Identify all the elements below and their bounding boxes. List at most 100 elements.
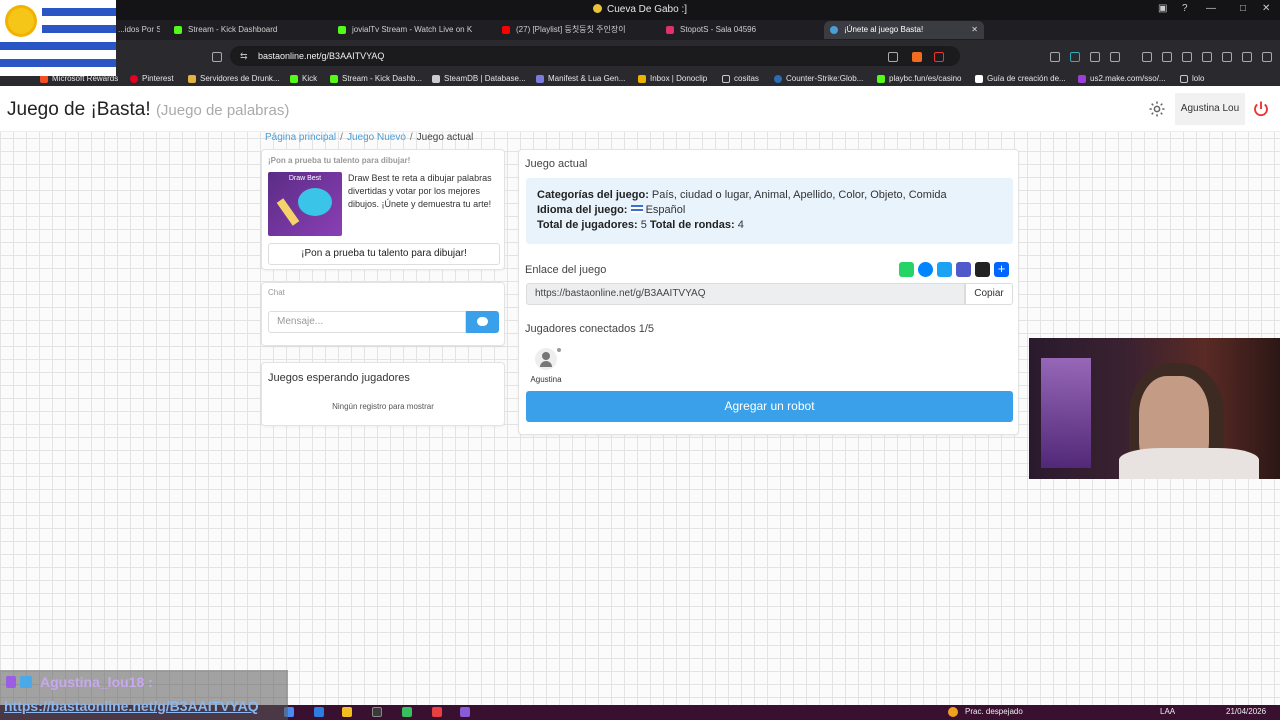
- whatsapp-icon[interactable]: [899, 262, 914, 277]
- donoclip-icon: [638, 75, 646, 83]
- sun-icon: [8, 8, 34, 34]
- breadcrumb-new-game[interactable]: Juego Nuevo: [347, 132, 406, 143]
- messenger-icon[interactable]: [918, 262, 933, 277]
- breadcrumb-home[interactable]: Página principal: [265, 132, 336, 143]
- snapchat-icon[interactable]: [975, 262, 990, 277]
- tab-3[interactable]: (27) [Playlist] 둥칫둥칫 주인장이: [496, 21, 656, 39]
- downloads-icon[interactable]: [1142, 52, 1152, 62]
- close-window-button[interactable]: ✕: [1262, 3, 1270, 14]
- window-title: Cueva De Gabo :]: [0, 4, 1280, 15]
- brave-shield-icon[interactable]: [912, 52, 922, 62]
- copy-button[interactable]: Copiar: [965, 283, 1013, 305]
- app-icon[interactable]: [402, 707, 412, 717]
- bookmark-icon[interactable]: [212, 52, 222, 62]
- bookmark-item[interactable]: Inbox | Donoclip: [638, 72, 707, 86]
- bookmark-item[interactable]: Kick: [290, 72, 317, 86]
- add-share-icon[interactable]: +: [994, 262, 1009, 277]
- app-icon: [592, 4, 602, 13]
- tab-2[interactable]: jovialTv Stream - Watch Live on K: [332, 21, 492, 39]
- teams-icon[interactable]: [956, 262, 971, 277]
- twitter-icon[interactable]: [937, 262, 952, 277]
- power-icon[interactable]: [1252, 100, 1270, 118]
- stream-chat-overlay: Agustina_lou18 : https://bastaonline.net…: [0, 670, 288, 720]
- site-info-icon[interactable]: ⇆: [240, 46, 248, 66]
- wallet-icon[interactable]: [1202, 52, 1212, 62]
- chat-input[interactable]: Mensaje...: [268, 311, 466, 333]
- share-page-icon[interactable]: [888, 52, 898, 62]
- kick-icon: [290, 75, 298, 83]
- app-brand[interactable]: Juego de ¡Basta! (Juego de palabras): [7, 99, 289, 121]
- explorer-icon[interactable]: [342, 707, 352, 717]
- game-link-field[interactable]: https://bastaonline.net/g/B3AAITVYAQ: [526, 283, 965, 305]
- bookmark-item[interactable]: Guía de creación de...: [975, 72, 1066, 86]
- pencil-icon: [276, 198, 300, 226]
- edge-icon[interactable]: [314, 707, 324, 717]
- online-status-icon: [557, 348, 561, 352]
- extension-icon[interactable]: [1050, 52, 1060, 62]
- maximize-button[interactable]: □: [1240, 3, 1246, 14]
- bookmark-item[interactable]: Servidores de Drunk...: [188, 72, 280, 86]
- stopots-icon: [666, 26, 674, 34]
- current-game-card: Juego actual Categorías del juego: País,…: [518, 149, 1019, 435]
- bookmark-item[interactable]: Manifest & Lua Gen...: [536, 72, 625, 86]
- extension-icon[interactable]: [1070, 52, 1080, 62]
- uruguay-flag-overlay: [0, 0, 116, 76]
- weather-text[interactable]: Prac. despejado: [965, 707, 1023, 716]
- current-game-title: Juego actual: [525, 158, 588, 170]
- help-icon[interactable]: ?: [1182, 3, 1188, 14]
- vpn-icon[interactable]: [1222, 52, 1232, 62]
- pinterest-icon: [130, 75, 138, 83]
- casino-icon: [877, 75, 885, 83]
- send-message-button[interactable]: [466, 311, 499, 333]
- language-indicator[interactable]: LAA: [1160, 707, 1175, 716]
- player-item[interactable]: Agustina: [529, 346, 563, 388]
- bookmark-folder[interactable]: lolo: [1180, 72, 1204, 86]
- total-rounds: 4: [737, 219, 744, 231]
- avatar: [535, 348, 557, 370]
- user-menu[interactable]: Agustina Lou: [1175, 93, 1245, 125]
- tab-1[interactable]: Stream - Kick Dashboard: [168, 21, 328, 39]
- minimize-button[interactable]: —: [1206, 3, 1216, 14]
- music-icon[interactable]: [1162, 52, 1172, 62]
- obs-icon[interactable]: [372, 707, 382, 717]
- bookmark-folder[interactable]: cositas: [722, 72, 759, 86]
- empty-state: Ningún registro para mostrar: [332, 402, 434, 411]
- promo-button[interactable]: ¡Pon a prueba tu talento para dibujar!: [268, 243, 500, 265]
- close-tab-icon[interactable]: ✕: [971, 21, 978, 39]
- bookmark-item[interactable]: Counter-Strike:Glob...: [774, 72, 863, 86]
- clock-date[interactable]: 21/04/2026: [1226, 707, 1266, 716]
- sidebar-icon[interactable]: [1182, 52, 1192, 62]
- kick-icon: [174, 26, 182, 34]
- brave-icon[interactable]: [432, 707, 442, 717]
- notion-icon: [975, 75, 983, 83]
- gear-icon[interactable]: [1148, 100, 1166, 118]
- globe-icon: [830, 26, 838, 34]
- extension-icon[interactable]: [1090, 52, 1100, 62]
- bookmark-item[interactable]: Pinterest: [130, 72, 174, 86]
- folder-icon: [1180, 75, 1188, 83]
- chat-bubble-icon: [477, 317, 488, 326]
- steamdb-icon: [432, 75, 440, 83]
- sidebar-toggle-icon[interactable]: ▣: [1158, 3, 1167, 14]
- menu-icon[interactable]: [1262, 52, 1272, 62]
- bookmark-item[interactable]: playbc.fun/es/casino: [877, 72, 962, 86]
- extension-icon[interactable]: [1110, 52, 1120, 62]
- bookmark-item[interactable]: Stream - Kick Dashb...: [330, 72, 422, 86]
- tab-active[interactable]: ¡Únete al juego Basta! ✕: [824, 21, 984, 39]
- gem-icon: [6, 676, 16, 688]
- promo-image[interactable]: Draw Best: [268, 172, 342, 236]
- kick-icon: [338, 26, 346, 34]
- tab-0[interactable]: ...idos Por S...: [118, 21, 160, 39]
- app-icon[interactable]: [460, 707, 470, 717]
- shield-icon[interactable]: [1242, 52, 1252, 62]
- chat-message: https://bastaonline.net/g/B3AAITVYAQ: [4, 698, 259, 714]
- address-bar: ⇆ bastaonline.net/g/B3AAITVYAQ: [0, 40, 1280, 72]
- bookmark-item[interactable]: SteamDB | Database...: [432, 72, 526, 86]
- url-field[interactable]: ⇆ bastaonline.net/g/B3AAITVYAQ: [230, 46, 960, 66]
- add-robot-button[interactable]: Agregar un robot: [526, 391, 1013, 422]
- rewards-icon[interactable]: [934, 52, 944, 62]
- server-icon: [188, 75, 196, 83]
- bookmark-item[interactable]: us2.make.com/sso/...: [1078, 72, 1166, 86]
- tab-4[interactable]: StopotS - Sala 04596: [660, 21, 820, 39]
- chat-card: Chat Mensaje...: [261, 282, 505, 346]
